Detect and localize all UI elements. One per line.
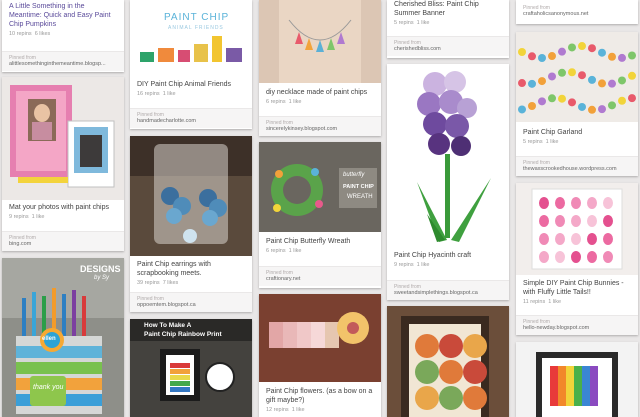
pin-quilt-frame[interactable] [387,306,509,417]
repin-count: 6 repins [266,99,286,105]
repin-count: 39 repins [137,280,160,286]
source-link[interactable]: sweetandsimplethings.blogspot.ca [394,290,502,297]
pin-bunnies[interactable]: Simple DIY Paint Chip Bunnies - with Flu… [516,183,638,335]
source-link[interactable]: sincerelykinsey.blogspot.com [266,126,374,133]
like-count: 1 like [291,407,305,413]
pin-source[interactable]: Pinned from craftaholicsanonymous.net [516,2,638,22]
source-link[interactable]: cherishedbliss.com [394,46,502,53]
pin-mat-photos[interactable]: Mat your photos with paint chips 9 repin… [2,77,124,251]
tag-label: thank you [33,384,64,391]
pin-image[interactable] [387,64,509,248]
pin-paint-chip-flowers[interactable]: Paint Chip flowers. (as a bow on a gift … [259,294,381,417]
like-count: 1 like [31,214,45,220]
repin-count: 10 repins [9,31,32,37]
pin-source[interactable]: Pinned from craftionary.net [259,266,381,286]
pin-description: Paint Chip Butterfly Wreath [266,238,351,245]
pin-image[interactable] [387,306,509,417]
pin-summer-banner[interactable]: Cherished Bliss: Paint Chip Summer Banne… [387,0,509,58]
pin-description: Simple DIY Paint Chip Bunnies - with Flu… [523,280,624,296]
pin-pumpkins[interactable]: A Little Something in the Meantime: Quic… [2,0,124,72]
pin-image[interactable] [516,183,638,275]
pin-source[interactable]: Pinned from alittlesomethinginthemeantim… [2,51,124,71]
overlay-word: PAINT CHIP [343,184,374,190]
like-count: 1 like [288,248,302,254]
pin-description: Cherished Bliss: Paint Chip Summer Banne… [394,1,479,17]
repin-count: 11 repins [523,299,546,305]
source-link[interactable]: thewaxscrookedhouse.wordpress.com [523,166,631,173]
watermark-sub: by Sy [94,275,110,281]
pin-image[interactable] [2,77,124,200]
pin-craftaholics[interactable]: Pinned from craftaholicsanonymous.net [516,0,638,24]
like-count: 1 like [545,139,559,145]
pin-source[interactable]: Pinned from cherishedbliss.com [387,36,509,56]
overlay-word: WREATH [347,194,373,200]
tag-label: ellen [42,336,56,342]
repin-count: 5 repins [523,139,543,145]
pin-image[interactable] [516,342,638,417]
pin-rainbow-print-howto[interactable]: How To Make A Paint Chip Rainbow Print [130,319,252,417]
pin-source[interactable]: Pinned from oppoemtem.blogspot.ca [130,292,252,312]
pin-description: Paint Chip Hyacinth craft [394,252,472,259]
pin-image[interactable]: butterfly PAINT CHIP WREATH [259,142,381,232]
pin-image[interactable]: PAINT CHIP ANIMAL FRIENDS [130,0,252,76]
source-link[interactable]: hello-newday.blogspot.com [523,325,631,332]
source-link[interactable]: craftaholicsanonymous.net [523,11,631,18]
pin-rainbow-frame[interactable] [516,342,638,417]
pin-earrings[interactable]: Paint Chip earrings with scrapbooking me… [130,136,252,312]
pin-source[interactable]: Pinned from handmadecharlotte.com [130,108,252,128]
watermark: DESIGNS [80,264,121,274]
pin-image[interactable] [259,0,381,83]
pin-image[interactable] [130,136,252,256]
pin-source[interactable]: Pinned from thewaxscrookedhouse.wordpres… [516,156,638,176]
repin-count: 16 repins [137,91,160,97]
pin-garland[interactable]: Paint Chip Garland 5 repins 1 like Pinne… [516,32,638,176]
pin-source[interactable]: Pinned from sweetandsimplethings.blogspo… [387,280,509,300]
repin-count: 12 repins [266,407,289,413]
pin-description: Paint Chip flowers. (as a bow on a gift … [266,388,373,404]
source-link[interactable]: oppoemtem.blogspot.ca [137,302,245,309]
source-link[interactable]: alittlesomethinginthemeantime.blogsp... [9,61,117,68]
like-count: 1 like [548,299,562,305]
pin-description: Paint Chip earrings with scrapbooking me… [137,261,211,277]
like-count: 1 like [416,20,430,26]
source-link[interactable]: handmadecharlotte.com [137,118,245,125]
pin-source[interactable]: Pinned from hello-newday.blogspot.com [516,315,638,335]
pin-thank-you-can[interactable]: DESIGNS by Sy ellen thank you [2,258,124,417]
pin-image[interactable]: DESIGNS by Sy ellen thank you [2,258,124,417]
pin-description: diy necklace made of paint chips [266,89,368,96]
pin-image[interactable]: How To Make A Paint Chip Rainbow Print [130,319,252,417]
source-link[interactable]: craftionary.net [266,276,374,283]
overlay-title: How To Make A [144,322,192,329]
pin-description: DIY Paint Chip Animal Friends [137,81,232,88]
pin-source[interactable]: Pinned from bing.com [2,231,124,251]
pin-butterfly-wreath[interactable]: butterfly PAINT CHIP WREATH Paint Chip B… [259,142,381,288]
like-count: 7 likes [162,280,179,286]
repin-count: 6 repins [266,248,286,254]
source-link[interactable]: bing.com [9,241,117,248]
pin-description: A Little Something in the Meantime: Quic… [9,3,111,28]
repin-count: 9 repins [9,214,29,220]
pin-source[interactable]: Pinned from sincerelykinsey.blogspot.com [259,116,381,136]
like-count: 1 like [288,99,302,105]
like-count: 6 likes [34,31,51,37]
pin-image[interactable] [516,32,638,122]
overlay-word: butterfly [343,172,365,178]
pin-description: Paint Chip Garland [523,129,583,136]
pin-necklace[interactable]: diy necklace made of paint chips 6 repin… [259,0,381,136]
pin-image[interactable] [259,294,381,382]
pin-animal-friends[interactable]: PAINT CHIP ANIMAL FRIENDS DIY Paint Chip… [130,0,252,129]
pin-description: Mat your photos with paint chips [9,204,109,211]
pin-hyacinth[interactable]: Paint Chip Hyacinth craft 9 repins 1 lik… [387,64,509,300]
like-count: 1 like [416,262,430,268]
repin-count: 5 repins [394,20,414,26]
overlay-subtitle: Paint Chip Rainbow Print [144,331,222,338]
like-count: 1 like [162,91,176,97]
repin-count: 9 repins [394,262,414,268]
